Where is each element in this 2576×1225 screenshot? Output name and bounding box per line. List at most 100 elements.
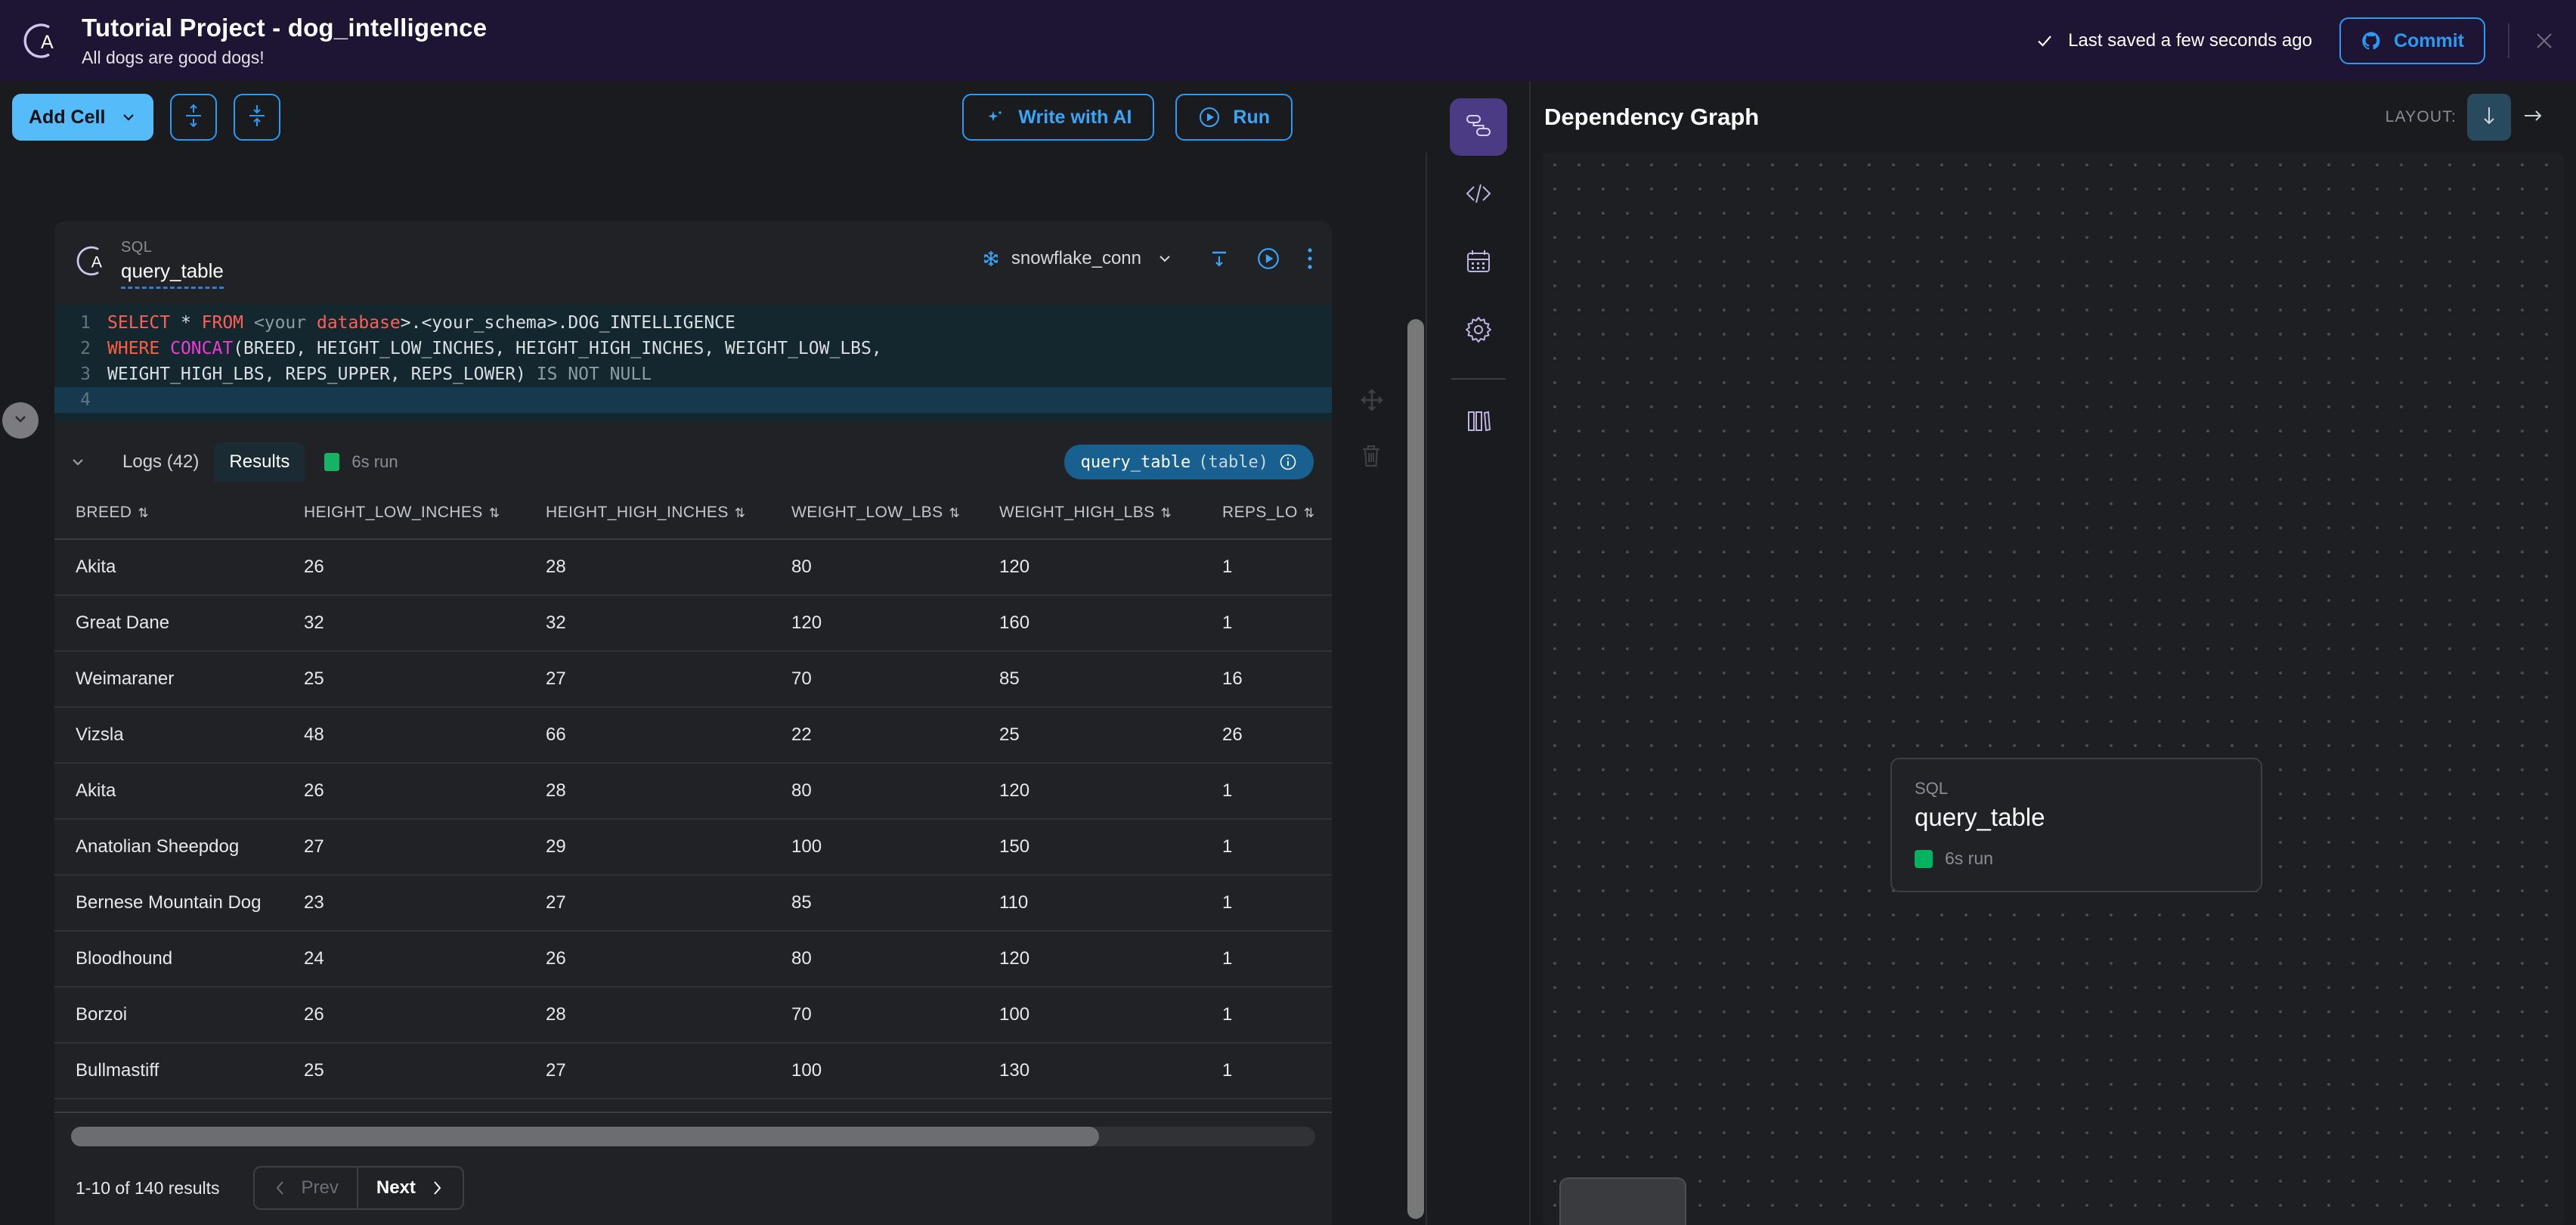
calendar-icon	[1463, 246, 1494, 281]
sort-arrows-icon[interactable]: ⇅	[949, 506, 960, 520]
graph-canvas[interactable]: SQL query_table 6s run	[1543, 153, 2564, 1225]
toolbar-right-actions: Write with AI Run	[941, 94, 1436, 141]
table-row[interactable]: Akita 26 28 80 120 1	[54, 539, 1332, 596]
results-tabbar: Logs (42) Results 6s run query_table (ta…	[54, 422, 1332, 485]
sidebar-item-library[interactable]	[1450, 393, 1507, 451]
results-collapse-toggle[interactable]	[68, 452, 88, 472]
gear-icon	[1463, 314, 1494, 349]
chevron-down-icon	[1156, 250, 1173, 267]
sidebar-rail-divider	[1451, 378, 1506, 380]
more-vertical-icon[interactable]	[1306, 247, 1314, 271]
check-icon	[2035, 31, 2054, 51]
column-header[interactable]: BREED ⇅	[54, 493, 304, 540]
column-header[interactable]: WEIGHT_LOW_LBS ⇅	[791, 493, 999, 540]
table-row[interactable]: Weimaraner 25 27 70 85 16	[54, 651, 1332, 708]
table-row[interactable]: Bernese Mountain Dog 23 27 85 110 1	[54, 875, 1332, 932]
close-icon[interactable]	[2532, 29, 2556, 53]
dependency-graph-icon	[1463, 110, 1494, 145]
sidebar-item-dependency-graph[interactable]	[1450, 98, 1507, 156]
table-horizontal-scrollbar-thumb[interactable]	[71, 1127, 1099, 1146]
table-row[interactable]: Vizsla 48 66 22 25 26	[54, 707, 1332, 764]
table-cell: 27	[546, 875, 791, 932]
cell-name-input[interactable]: query_table	[121, 259, 224, 289]
code-line[interactable]: 4	[54, 387, 1332, 413]
run-time-label: 6s run	[351, 452, 398, 471]
table-cell: Bloodhound	[54, 931, 304, 988]
cell-toolbar: Add Cell Write with AI Run	[0, 82, 1436, 153]
table-cell: 1	[1222, 931, 1332, 988]
sort-arrows-icon[interactable]: ⇅	[735, 506, 746, 520]
column-header-label: WEIGHT_LOW_LBS	[791, 504, 943, 521]
table-row[interactable]: Borzoi 26 28 70 100 1	[54, 987, 1332, 1044]
column-header[interactable]: HEIGHT_HIGH_INCHES ⇅	[546, 493, 791, 540]
table-row[interactable]: Great Dane 32 32 120 160 1	[54, 595, 1332, 652]
graph-node-partial[interactable]	[1559, 1177, 1686, 1225]
sidebar-item-schedule[interactable]	[1450, 234, 1507, 292]
cell-collapse-toggle[interactable]	[2, 402, 39, 439]
expand-all-button[interactable]	[170, 94, 218, 141]
table-cell: 26	[304, 763, 546, 820]
tab-results[interactable]: Results	[214, 442, 305, 482]
notebook-scrollbar-thumb[interactable]	[1407, 319, 1424, 1219]
layout-vertical-button[interactable]	[2467, 94, 2511, 141]
table-cell: 1	[1222, 539, 1332, 596]
notebook-scrollbar[interactable]	[1407, 319, 1424, 1219]
play-circle-icon[interactable]	[1256, 247, 1280, 271]
graph-node-query-table[interactable]: SQL query_table 6s run	[1890, 758, 2262, 892]
table-row[interactable]: Bullmastiff 25 27 100 130 1	[54, 1043, 1332, 1099]
library-icon	[1463, 405, 1494, 440]
output-badge[interactable]: query_table (table)	[1064, 445, 1314, 479]
next-page-button[interactable]: Next	[356, 1166, 464, 1210]
table-cell: Akita	[54, 539, 304, 596]
table-cell: 25	[304, 651, 546, 708]
trash-icon[interactable]	[1359, 443, 1385, 469]
save-status: Last saved a few seconds ago	[2035, 30, 2312, 51]
table-cell: 1	[1222, 763, 1332, 820]
line-number: 2	[80, 339, 91, 358]
header-divider	[2508, 23, 2509, 58]
write-with-ai-button[interactable]: Write with AI	[962, 94, 1155, 141]
status-badge	[1915, 849, 1933, 868]
header-actions: Last saved a few seconds ago Commit	[2035, 0, 2576, 82]
code-line[interactable]: 3 WEIGHT_HIGH_LBS, REPS_UPPER, REPS_LOWER…	[54, 361, 1332, 387]
cell-side-actions	[1359, 387, 1385, 469]
commit-button[interactable]: Commit	[2339, 17, 2485, 64]
column-header[interactable]: REPS_LO ⇅	[1222, 493, 1332, 540]
sql-code-editor[interactable]: 1 SELECT * FROM <your database>.<your_sch…	[54, 304, 1332, 422]
format-icon[interactable]	[1208, 247, 1231, 270]
sort-arrows-icon[interactable]: ⇅	[489, 506, 500, 520]
table-horizontal-scrollbar[interactable]	[71, 1127, 1315, 1146]
commit-button-label: Commit	[2393, 29, 2464, 51]
table-row[interactable]: Anatolian Sheepdog 27 29 100 150 1	[54, 819, 1332, 876]
move-icon[interactable]	[1359, 387, 1385, 413]
code-line[interactable]: 2 WHERE CONCAT(BREED, HEIGHT_LOW_INCHES, …	[54, 336, 1332, 361]
sort-arrows-icon[interactable]: ⇅	[1304, 506, 1315, 520]
table-cell: 32	[304, 595, 546, 652]
table-cell: 24	[304, 931, 546, 988]
code-text: SELECT * FROM <your database>.<your_sche…	[107, 313, 735, 333]
sort-arrows-icon[interactable]: ⇅	[1161, 506, 1172, 520]
add-cell-button[interactable]: Add Cell	[12, 94, 154, 141]
sort-arrows-icon[interactable]: ⇅	[138, 506, 149, 520]
info-icon[interactable]	[1279, 453, 1297, 471]
graph-title: Dependency Graph	[1544, 104, 1760, 130]
github-icon	[2361, 30, 2382, 51]
table-row[interactable]: Bloodhound 24 26 80 120 1	[54, 931, 1332, 988]
sidebar-item-code[interactable]	[1450, 166, 1507, 224]
code-icon	[1463, 178, 1494, 213]
table-cell: 100	[791, 1043, 999, 1099]
code-line[interactable]: 1 SELECT * FROM <your database>.<your_sch…	[54, 310, 1332, 336]
table-row[interactable]: Akita 26 28 80 120 1	[54, 763, 1332, 820]
table-cell: Great Dane	[54, 595, 304, 652]
column-header-label: REPS_LO	[1222, 504, 1298, 521]
sidebar-item-settings[interactable]	[1450, 302, 1507, 360]
layout-horizontal-button[interactable]	[2511, 94, 2555, 141]
column-header[interactable]: HEIGHT_LOW_INCHES ⇅	[304, 493, 546, 540]
prev-page-button[interactable]: Prev	[252, 1166, 357, 1210]
table-cell: 100	[791, 819, 999, 876]
connection-selector[interactable]: snowflake_conn	[981, 248, 1173, 269]
collapse-all-button[interactable]	[234, 94, 281, 141]
tab-logs[interactable]: Logs (42)	[107, 442, 214, 482]
column-header[interactable]: WEIGHT_HIGH_LBS ⇅	[999, 493, 1222, 540]
run-button[interactable]: Run	[1175, 94, 1293, 141]
